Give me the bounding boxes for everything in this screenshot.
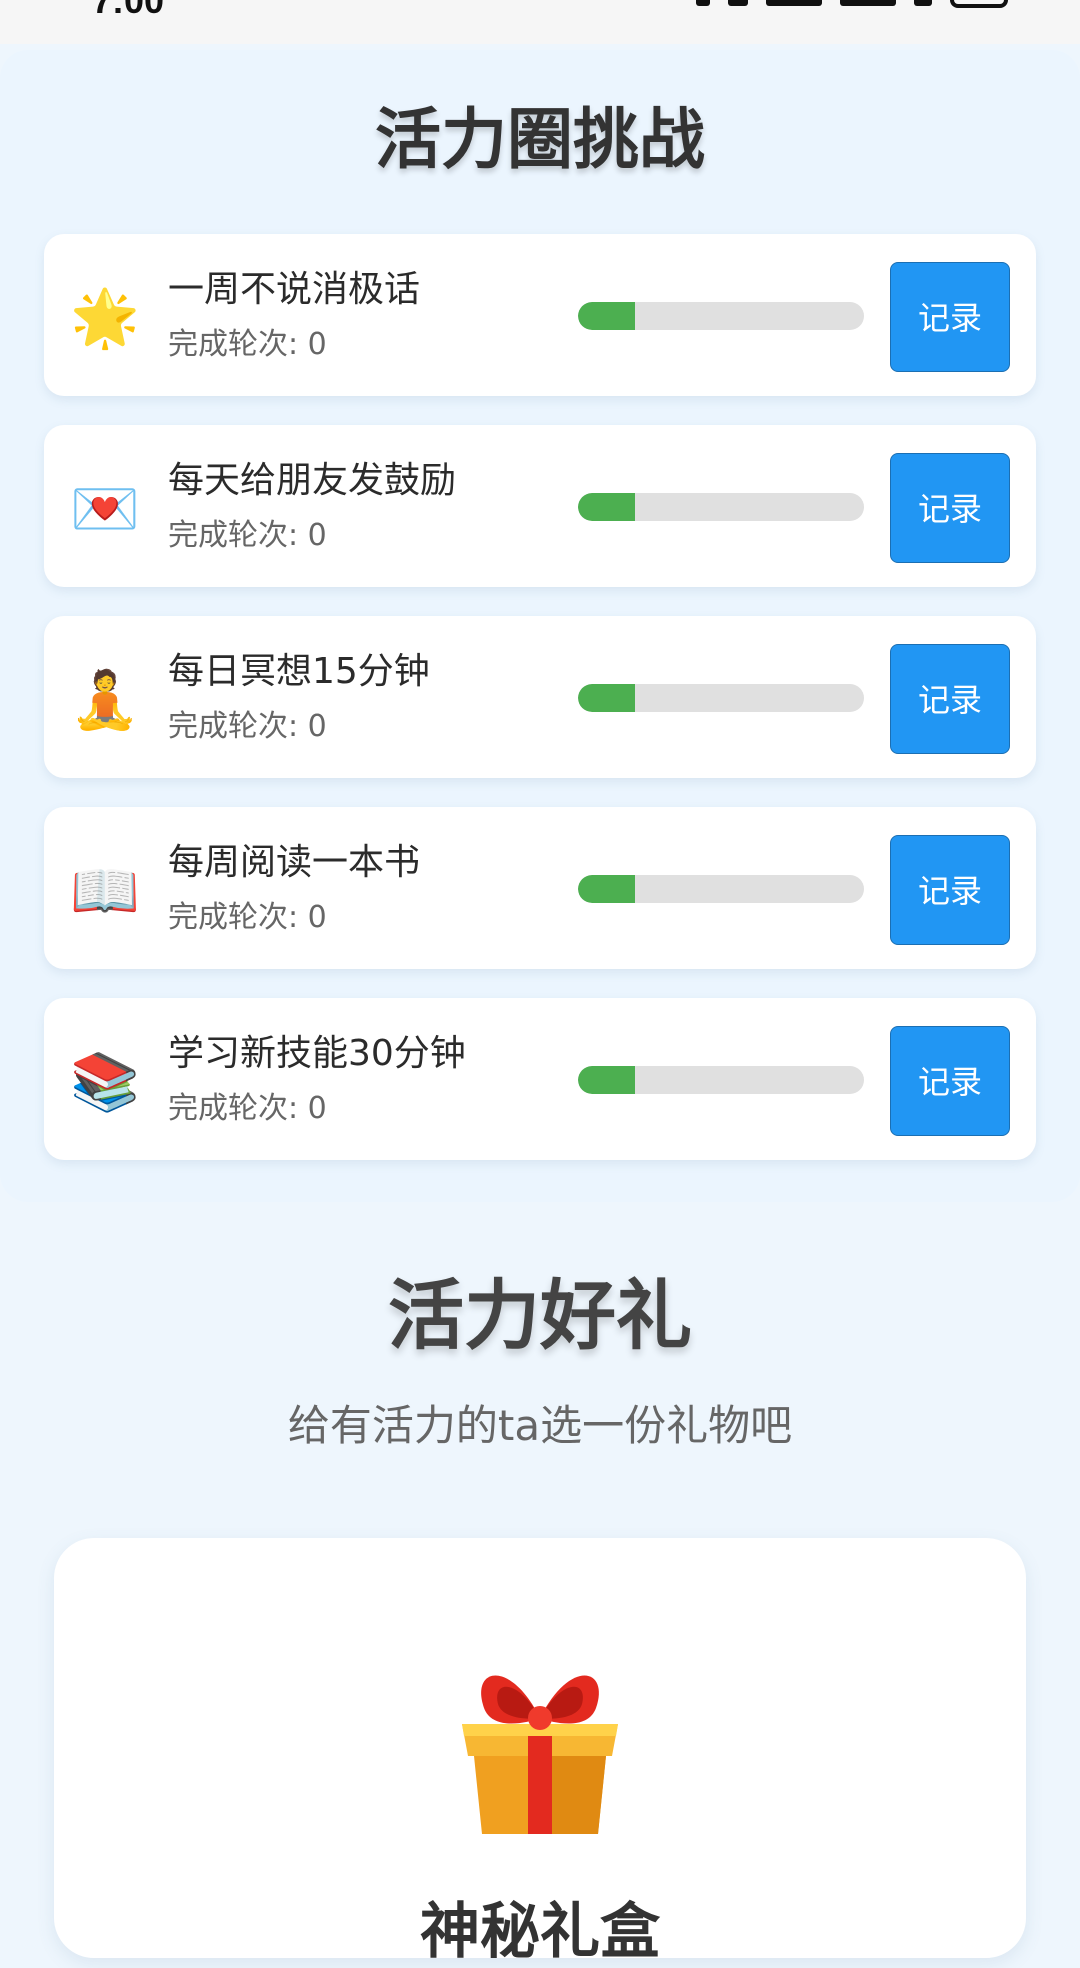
- progress-fill: [578, 875, 636, 903]
- challenge-rounds: 完成轮次: 0: [168, 900, 327, 935]
- record-button[interactable]: 记录: [890, 835, 1010, 945]
- progress-fill: [578, 493, 636, 521]
- status-time: 7:00: [92, 0, 165, 21]
- record-button[interactable]: 记录: [890, 262, 1010, 372]
- challenge-name: 每日冥想15分钟: [168, 651, 430, 692]
- progress-bar: [578, 1066, 864, 1094]
- gift-card-title: 神秘礼盒: [420, 1897, 660, 1967]
- progress-bar: [578, 684, 864, 712]
- status-bar: 7:00: [0, 0, 1080, 44]
- challenge-card: 🧘 每日冥想15分钟完成轮次: 0 记录: [44, 616, 1036, 778]
- signal-icon: [840, 0, 896, 6]
- star-icon: 🌟: [70, 286, 140, 351]
- challenge-title: 活力圈挑战: [375, 101, 705, 178]
- meditation-icon: 🧘: [70, 668, 140, 733]
- challenge-card: 💌 每天给朋友发鼓励完成轮次: 0 记录: [44, 425, 1036, 587]
- progress-fill: [578, 302, 636, 330]
- status-icons: [696, 0, 1008, 10]
- record-button[interactable]: 记录: [890, 1026, 1010, 1136]
- record-button[interactable]: 记录: [890, 453, 1010, 563]
- progress-bar: [578, 875, 864, 903]
- alarm-icon: [696, 0, 710, 6]
- challenge-name: 学习新技能30分钟: [168, 1033, 466, 1074]
- progress-bar: [578, 302, 864, 330]
- books-icon: 📚: [70, 1050, 140, 1115]
- record-button[interactable]: 记录: [890, 644, 1010, 754]
- battery-icon: [950, 0, 1008, 8]
- challenge-rounds: 完成轮次: 0: [168, 518, 327, 553]
- gift-icon: [462, 1675, 618, 1834]
- challenge-rounds: 完成轮次: 0: [168, 327, 327, 362]
- signal-icon: [766, 0, 822, 6]
- challenge-name: 一周不说消极话: [168, 269, 421, 310]
- open-book-icon: 📖: [70, 859, 140, 924]
- challenge-card: 📖 每周阅读一本书完成轮次: 0 记录: [44, 807, 1036, 969]
- wifi-icon: [914, 0, 932, 6]
- gift-section-title: 活力好礼: [388, 1271, 692, 1360]
- challenge-rounds: 完成轮次: 0: [168, 1091, 327, 1126]
- progress-fill: [578, 684, 636, 712]
- mute-icon: [728, 0, 748, 6]
- progress-bar: [578, 493, 864, 521]
- progress-fill: [578, 1066, 636, 1094]
- love-letter-icon: 💌: [70, 477, 140, 542]
- challenge-name: 每周阅读一本书: [168, 842, 421, 883]
- gift-section-subtitle: 给有活力的ta选一份礼物吧: [287, 1401, 793, 1450]
- challenge-name: 每天给朋友发鼓励: [168, 460, 457, 501]
- gift-card[interactable]: 神秘礼盒: [54, 1538, 1026, 1967]
- challenge-rounds: 完成轮次: 0: [168, 709, 327, 744]
- challenge-card: 🌟 一周不说消极话完成轮次: 0 记录: [44, 234, 1036, 396]
- challenge-card: 📚 学习新技能30分钟完成轮次: 0 记录: [44, 998, 1036, 1160]
